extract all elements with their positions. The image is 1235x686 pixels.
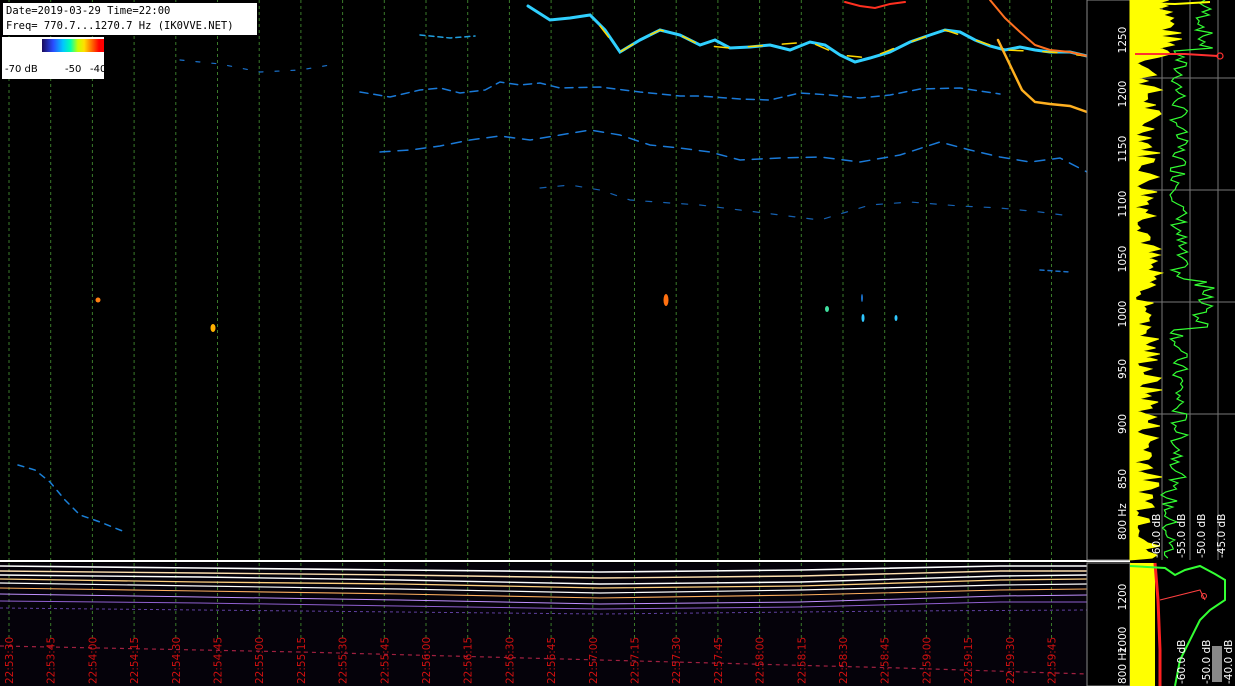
freq-tick-1150: 1150 xyxy=(1117,136,1129,163)
lower-db-labels: -40.0 dB -50.0 dB -60.0 dB xyxy=(1176,640,1235,684)
scale-label-max: -40 xyxy=(90,64,107,75)
time-tick-label: 22:58:15 xyxy=(796,637,808,684)
freq-tick-850: 850 xyxy=(1117,469,1129,489)
time-tick-label: 22:54:15 xyxy=(129,637,141,684)
freq-tick-1250: 1250 xyxy=(1117,27,1129,54)
time-tick-label: 22:56:15 xyxy=(463,637,475,684)
time-tick-label: 22:59:15 xyxy=(963,637,975,684)
db-label-60: -60.0 dB xyxy=(1151,514,1163,558)
db-label-45: -45.0 dB xyxy=(1216,514,1228,558)
time-tick-label: 22:57:30 xyxy=(671,637,683,684)
time-tick-label: 22:54:30 xyxy=(171,637,183,684)
info-header: Date=2019-03-29 Time=22:00 Freq= 770.7..… xyxy=(2,2,258,36)
db-label-55: -55.0 dB xyxy=(1176,514,1188,558)
time-tick-label: 22:58:00 xyxy=(755,637,767,684)
scale-label-mid: -50 xyxy=(65,64,82,75)
color-scale-bar xyxy=(42,39,104,52)
lower-freq-labels: 1200 1000 800 Hz xyxy=(1117,584,1129,684)
time-tick-label: 22:54:00 xyxy=(87,637,99,684)
freq-tick-800: 800 Hz xyxy=(1117,503,1129,540)
time-tick-label: 22:53:45 xyxy=(46,637,58,684)
time-tick-label: 22:55:15 xyxy=(296,637,308,684)
time-tick-label: 22:55:00 xyxy=(254,637,266,684)
time-tick-label: 22:58:45 xyxy=(880,637,892,684)
freq-tick-1050: 1050 xyxy=(1117,246,1129,273)
time-tick-label: 22:57:45 xyxy=(713,637,725,684)
time-tick-label: 22:58:30 xyxy=(838,637,850,684)
time-tick-label: 22:56:30 xyxy=(504,637,516,684)
freq-tick-900: 900 xyxy=(1117,414,1129,434)
lower-freq-tick-1200: 1200 xyxy=(1117,584,1129,611)
freq-tick-1100: 1100 xyxy=(1117,191,1129,218)
time-tick-label: 22:59:30 xyxy=(1005,637,1017,684)
freq-tick-950: 950 xyxy=(1117,359,1129,379)
time-tick-label: 22:56:45 xyxy=(546,637,558,684)
lower-db-50: -50.0 dB xyxy=(1201,640,1213,684)
time-tick-label: 22:53:30 xyxy=(4,637,16,684)
lower-db-60: -60.0 dB xyxy=(1176,640,1188,684)
freq-tick-1200: 1200 xyxy=(1117,81,1129,108)
time-tick-label: 22:59:00 xyxy=(921,637,933,684)
time-tick-label: 22:57:15 xyxy=(630,637,642,684)
scale-label-min: -70 dB xyxy=(5,64,38,75)
time-tick-label: 22:59:45 xyxy=(1047,637,1059,684)
time-tick-label: 22:55:45 xyxy=(379,637,391,684)
lower-db-40: -40.0 dB xyxy=(1223,640,1235,684)
freq-tick-1000: 1000 xyxy=(1117,301,1129,328)
lower-freq-tick-800: 800 Hz xyxy=(1117,647,1129,684)
color-scale-legend: -70 dB -50 -40 xyxy=(2,37,107,79)
time-tick-label: 22:55:30 xyxy=(338,637,350,684)
time-tick-label: 22:54:45 xyxy=(213,637,225,684)
time-tick-label: 22:56:00 xyxy=(421,637,433,684)
spectrogram-view: 1250 1200 1150 1100 1050 1000 950 900 85… xyxy=(0,0,1235,686)
time-tick-label: 22:57:00 xyxy=(588,637,600,684)
freq-range-label: Freq= 770.7...1270.7 Hz (IK0VVE.NET) xyxy=(6,20,234,32)
db-label-50: -50.0 dB xyxy=(1196,514,1208,558)
date-time-label: Date=2019-03-29 Time=22:00 xyxy=(6,5,171,17)
